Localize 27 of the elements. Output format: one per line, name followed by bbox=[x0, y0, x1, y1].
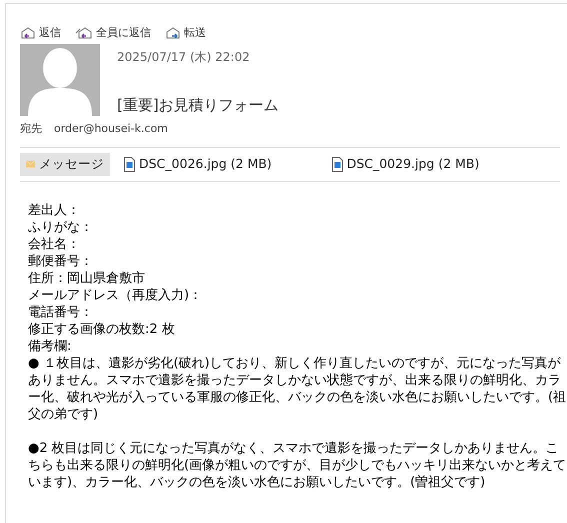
date-text: 2025/07/17 (木) 22:02 bbox=[117, 49, 251, 66]
message-paragraph: ●2 枚目は同じく元になった写真がなく、スマホで遺影を撮ったデータしかありません。こちらも出来る限りの鮮明化(画像が粗いのですが、目が少しでもハッキリ出来ないかと考えています)、カラー化、バックの色を淡い水色にお願いしたいです。(曽祖父です) bbox=[28, 440, 567, 491]
image-file-icon bbox=[332, 156, 343, 172]
form-field-line: ふりがな： bbox=[28, 218, 94, 236]
image-file-icon bbox=[124, 156, 135, 172]
recipient-address: order@housei-k.com bbox=[54, 120, 168, 136]
form-field-line: 差出人： bbox=[28, 202, 81, 219]
attachment-tab[interactable]: DSC_0029.jpg (2 MB) bbox=[326, 153, 486, 176]
form-field-line: 郵便番号： bbox=[28, 252, 94, 270]
reply-button[interactable]: 返信 bbox=[20, 24, 61, 42]
forward-button[interactable]: 転送 bbox=[165, 24, 206, 42]
form-field-line: 電話番号： bbox=[28, 304, 94, 321]
reply-all-button[interactable]: 全員に返信 bbox=[75, 24, 151, 42]
message-tab[interactable]: メッセージ bbox=[20, 153, 110, 176]
form-field-line: メールアドレス（再度入力)： bbox=[28, 286, 204, 304]
form-field-line: 修正する画像の枚数:2 枚 bbox=[28, 320, 176, 338]
envelope-icon bbox=[26, 158, 35, 170]
forward-icon bbox=[165, 26, 181, 40]
reply-icon bbox=[20, 26, 36, 40]
message-paragraph: ● １枚目は、遺影が劣化(破れ)しており、新しく作り直したいのですが、元になった写真がありません。スマホで遺影を撮ったデータしかない状態ですが、出来る限りの鮮明化、カラー化、破れや光が入っている軍服の修正化、バックの色を淡い水色にお願いしたいです。(祖父の弟です) bbox=[28, 354, 567, 423]
form-field-line: 備考欄: bbox=[28, 338, 72, 355]
reply-icon bbox=[75, 26, 93, 40]
to-label: 宛先 bbox=[20, 120, 42, 136]
subject: [重要]お見積りフォーム bbox=[117, 95, 279, 116]
form-field-line: 住所：岡山県倉敷市 bbox=[28, 270, 146, 287]
attachment-tab[interactable]: DSC_0026.jpg (2 MB) bbox=[118, 153, 278, 176]
form-field-line: 会社名： bbox=[28, 236, 81, 253]
